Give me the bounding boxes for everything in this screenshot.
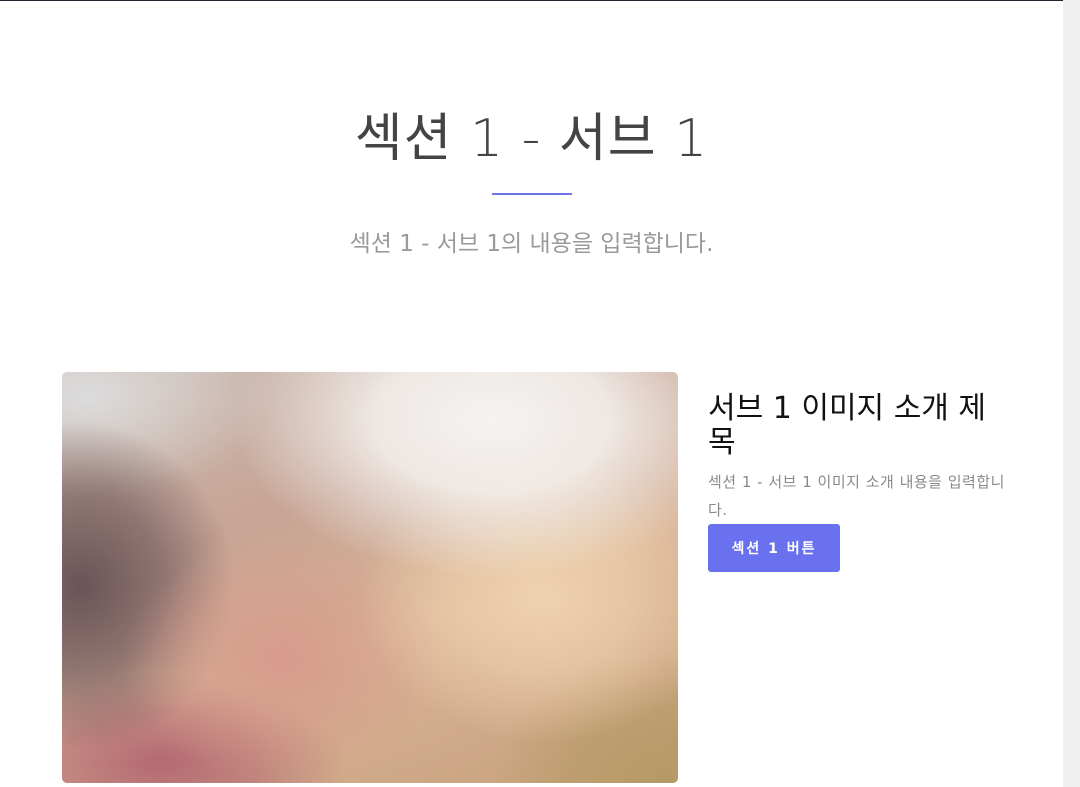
- intro-title: 서브 1 이미지 소개 제목: [708, 391, 987, 460]
- section-description: 섹션 1 - 서브 1의 내용을 입력합니다.: [349, 231, 714, 257]
- page: 섹션 1 - 서브 1 섹션 1 - 서브 1의 내용을 입력합니다. 서브 1…: [0, 0, 1080, 787]
- intro-image: [62, 372, 678, 783]
- title-underline: [492, 193, 572, 195]
- section-title: 섹션 1 - 서브 1: [354, 109, 709, 169]
- section-button[interactable]: 섹션 1 버튼: [708, 524, 840, 572]
- intro-text: 섹션 1 - 서브 1 이미지 소개 내용을 입력합니다.: [708, 473, 1005, 519]
- top-divider: [0, 0, 1063, 1]
- scrollbar[interactable]: [1063, 0, 1080, 787]
